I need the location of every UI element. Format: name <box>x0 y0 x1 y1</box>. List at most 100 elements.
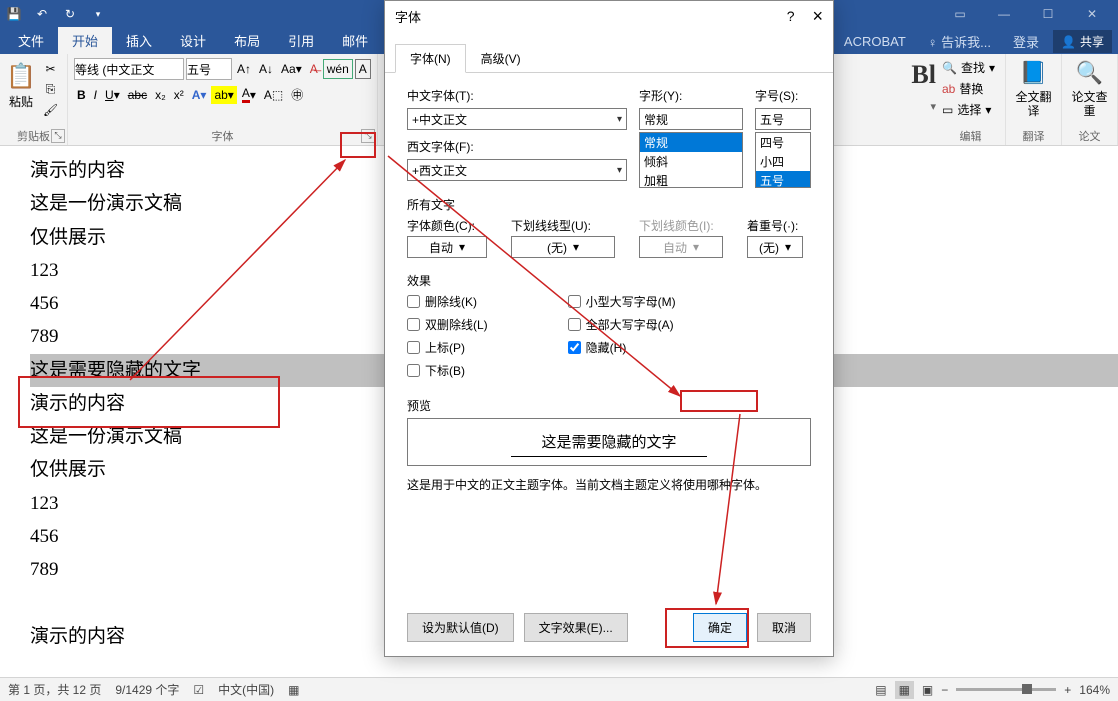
language-status[interactable]: 中文(中国) <box>218 681 274 698</box>
list-item[interactable]: 常规 <box>640 133 742 152</box>
style-input[interactable] <box>639 108 743 130</box>
cut-icon[interactable]: ✂ <box>40 60 61 78</box>
signin-button[interactable]: 登录 <box>1005 29 1047 54</box>
underline-select[interactable]: (无)▾ <box>511 236 615 258</box>
sub-checkbox[interactable]: 下标(B) <box>407 362 488 379</box>
en-font-label: 西文字体(F): <box>407 138 627 155</box>
paste-button[interactable]: 📋 粘贴 <box>6 62 36 119</box>
redo-icon[interactable]: ↻ <box>60 4 80 24</box>
cancel-button[interactable]: 取消 <box>757 613 811 642</box>
text-effect-icon[interactable]: A▾ <box>189 86 210 104</box>
char-border-icon[interactable]: A <box>355 59 371 79</box>
list-item[interactable]: 倾斜 <box>640 152 742 171</box>
tab-acrobat[interactable]: ACROBAT <box>836 31 914 52</box>
maximize-icon[interactable]: ☐ <box>1026 0 1070 28</box>
tab-advanced[interactable]: 高级(V) <box>466 44 536 73</box>
set-default-button[interactable]: 设为默认值(D) <box>407 613 514 642</box>
font-color-icon[interactable]: A▾ <box>239 84 259 105</box>
status-bar: 第 1 页，共 12 页 9/1429 个字 ☑ 中文(中国) ▦ ▤ ▦ ▣ … <box>0 677 1118 701</box>
tellme-input[interactable]: ♀ 告诉我... <box>920 29 999 54</box>
ok-button[interactable]: 确定 <box>693 613 747 642</box>
print-layout-icon[interactable]: ▦ <box>895 681 914 699</box>
enclose-char-icon[interactable]: ㊥ <box>288 84 306 105</box>
read-mode-icon[interactable]: ▤ <box>875 683 886 697</box>
format-painter-icon[interactable]: 🖌 <box>40 101 61 119</box>
phonetic-icon[interactable]: wén <box>323 59 353 79</box>
grow-font-icon[interactable]: A↑ <box>234 60 254 78</box>
tab-home[interactable]: 开始 <box>58 27 112 54</box>
list-item[interactable]: 五号 <box>756 171 810 188</box>
proofing-icon[interactable]: ☑ <box>193 683 204 697</box>
change-case-icon[interactable]: Aa▾ <box>278 60 305 78</box>
zoom-in-icon[interactable]: + <box>1064 683 1071 697</box>
size-listbox[interactable]: 四号小四五号 <box>755 132 811 188</box>
copy-icon[interactable]: ⎘ <box>40 80 61 99</box>
clear-format-icon[interactable]: A̶ <box>307 60 321 78</box>
strike-checkbox[interactable]: 删除线(K) <box>407 293 488 310</box>
tab-design[interactable]: 设计 <box>166 27 220 54</box>
word-count[interactable]: 9/1429 个字 <box>115 681 179 698</box>
bold-icon[interactable]: B <box>74 86 89 104</box>
tab-mailings[interactable]: 邮件 <box>328 27 382 54</box>
zoom-value[interactable]: 164% <box>1079 683 1110 697</box>
subscript-icon[interactable]: x₂ <box>152 86 169 104</box>
highlight-icon[interactable]: ab▾ <box>211 86 236 104</box>
style-listbox[interactable]: 常规倾斜加粗 <box>639 132 743 188</box>
web-layout-icon[interactable]: ▣ <box>922 683 933 697</box>
help-icon[interactable]: ? <box>787 8 795 24</box>
dblstrike-checkbox[interactable]: 双删除线(L) <box>407 316 488 333</box>
emphasis-select[interactable]: (无)▾ <box>747 236 803 258</box>
font-dialog: 字体 ? × 字体(N) 高级(V) 中文字体(T): +中文正文▾ 西文字体(… <box>384 0 834 657</box>
zoom-slider[interactable] <box>956 688 1056 691</box>
find-button[interactable]: 🔍查找▾ <box>942 58 999 77</box>
minimize-icon[interactable]: — <box>982 0 1026 28</box>
font-family-select[interactable] <box>74 58 184 80</box>
clipboard-launcher-icon[interactable]: ⤡ <box>51 129 65 143</box>
size-label: 字号(S): <box>755 87 811 104</box>
en-font-select[interactable]: +西文正文▾ <box>407 159 627 181</box>
replace-button[interactable]: ab替换 <box>942 79 999 98</box>
smallcaps-checkbox[interactable]: 小型大写字母(M) <box>568 293 676 310</box>
hidden-checkbox[interactable]: 隐藏(H) <box>568 339 676 356</box>
tab-insert[interactable]: 插入 <box>112 27 166 54</box>
select-button[interactable]: ▭选择▾ <box>942 100 999 119</box>
qat-dropdown-icon[interactable]: ▾ <box>88 4 108 24</box>
allcaps-checkbox[interactable]: 全部大写字母(A) <box>568 316 676 333</box>
size-input[interactable] <box>755 108 811 130</box>
superscript-icon[interactable]: x² <box>171 86 187 104</box>
cn-font-value: +中文正文 <box>412 111 467 128</box>
find-label: 查找 <box>961 59 985 76</box>
translate-button[interactable]: 📘 全文翻译 <box>1012 60 1055 119</box>
list-item[interactable]: 小四 <box>756 152 810 171</box>
font-size-select[interactable] <box>186 58 232 80</box>
super-checkbox[interactable]: 上标(P) <box>407 339 488 356</box>
tab-file[interactable]: 文件 <box>4 27 58 54</box>
tab-references[interactable]: 引用 <box>274 27 328 54</box>
font-color-select[interactable]: 自动▾ <box>407 236 487 258</box>
underline-icon[interactable]: U▾ <box>102 86 123 104</box>
list-item[interactable]: 加粗 <box>640 171 742 188</box>
check-button[interactable]: 🔍 论文查重 <box>1068 60 1111 119</box>
share-button[interactable]: 👤 共享 <box>1053 30 1112 53</box>
strike-icon[interactable]: abc <box>125 86 150 104</box>
page-status[interactable]: 第 1 页，共 12 页 <box>8 681 101 698</box>
ribbon-options-icon[interactable]: ▭ <box>938 0 982 28</box>
font-launcher-icon[interactable]: ⤡ <box>361 129 375 143</box>
undo-icon[interactable]: ↶ <box>32 4 52 24</box>
cn-font-select[interactable]: +中文正文▾ <box>407 108 627 130</box>
shrink-font-icon[interactable]: A↓ <box>256 60 276 78</box>
char-shading-icon[interactable]: A⬚ <box>261 86 286 104</box>
emphasis-value: (无) <box>759 239 779 256</box>
list-item[interactable]: 四号 <box>756 133 810 152</box>
save-icon[interactable]: 💾 <box>4 4 24 24</box>
close-icon[interactable]: × <box>812 6 823 27</box>
en-font-value: +西文正文 <box>412 162 467 179</box>
close-window-icon[interactable]: ✕ <box>1070 0 1114 28</box>
zoom-out-icon[interactable]: − <box>941 683 948 697</box>
tab-font[interactable]: 字体(N) <box>395 44 466 73</box>
macro-icon[interactable]: ▦ <box>288 683 299 697</box>
tab-layout[interactable]: 布局 <box>220 27 274 54</box>
italic-icon[interactable]: I <box>91 86 100 104</box>
all-text-label: 所有文字 <box>407 196 811 213</box>
text-effects-button[interactable]: 文字效果(E)... <box>524 613 628 642</box>
